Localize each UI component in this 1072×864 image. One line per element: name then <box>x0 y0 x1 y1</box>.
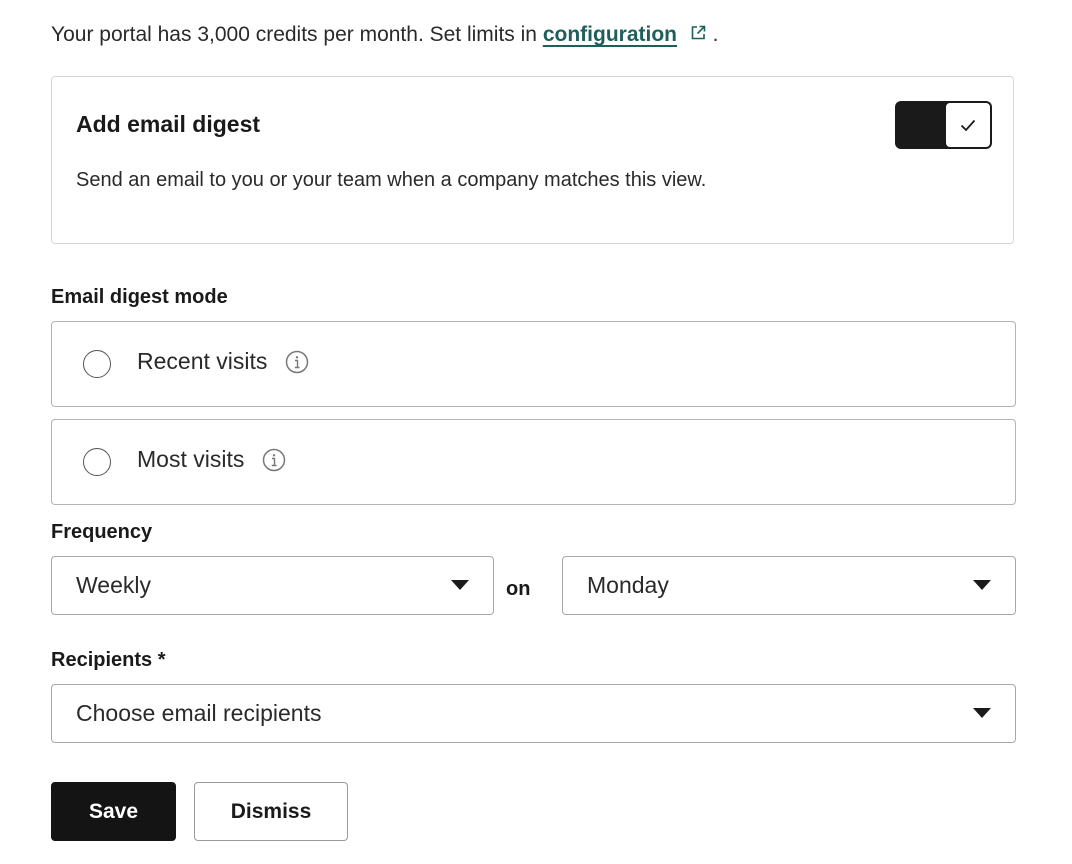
frequency-label: Frequency <box>51 521 153 543</box>
caret-down-icon <box>973 708 991 718</box>
most-visits-label: Most visits <box>137 446 245 472</box>
checkmark-icon <box>960 119 976 132</box>
toggle-knob[interactable] <box>945 102 991 148</box>
caret-down-icon <box>451 580 469 590</box>
credits-info: Your portal has 3,000 credits per month.… <box>51 20 719 50</box>
digest-card-description: Send an email to you or your team when a… <box>76 169 707 191</box>
frequency-day-select[interactable]: Monday <box>562 556 1016 615</box>
most-visits-label-row: Most visits <box>137 446 286 473</box>
recipients-label: Recipients * <box>51 649 166 671</box>
credits-suffix: . <box>712 23 719 46</box>
external-link-icon[interactable] <box>689 24 707 42</box>
dismiss-button[interactable]: Dismiss <box>194 782 348 841</box>
recipients-select[interactable]: Choose email recipients <box>51 684 1016 743</box>
frequency-day-value: Monday <box>587 572 669 598</box>
recipients-placeholder: Choose email recipients <box>76 700 322 726</box>
recent-visits-label-row: Recent visits <box>137 348 309 375</box>
frequency-period-value: Weekly <box>76 572 151 598</box>
digest-card-title: Add email digest <box>76 111 261 137</box>
configuration-link[interactable]: configuration <box>543 23 677 46</box>
recent-visits-radio[interactable] <box>83 350 111 378</box>
most-visits-radio[interactable] <box>83 448 111 476</box>
caret-down-icon <box>973 580 991 590</box>
info-icon[interactable] <box>262 448 286 472</box>
mode-option-most-visits[interactable]: Most visits <box>51 419 1016 505</box>
credits-text: Your portal has 3,000 credits per month.… <box>51 23 537 46</box>
save-button[interactable]: Save <box>51 782 176 841</box>
frequency-period-select[interactable]: Weekly <box>51 556 494 615</box>
info-icon[interactable] <box>285 350 309 374</box>
mode-option-recent-visits[interactable]: Recent visits <box>51 321 1016 407</box>
recent-visits-label: Recent visits <box>137 348 268 374</box>
email-digest-toggle[interactable] <box>895 101 992 149</box>
frequency-on-label: on <box>506 578 531 600</box>
email-digest-card: Add email digest Send an email to you or… <box>51 76 1014 244</box>
email-digest-mode-label: Email digest mode <box>51 286 228 308</box>
